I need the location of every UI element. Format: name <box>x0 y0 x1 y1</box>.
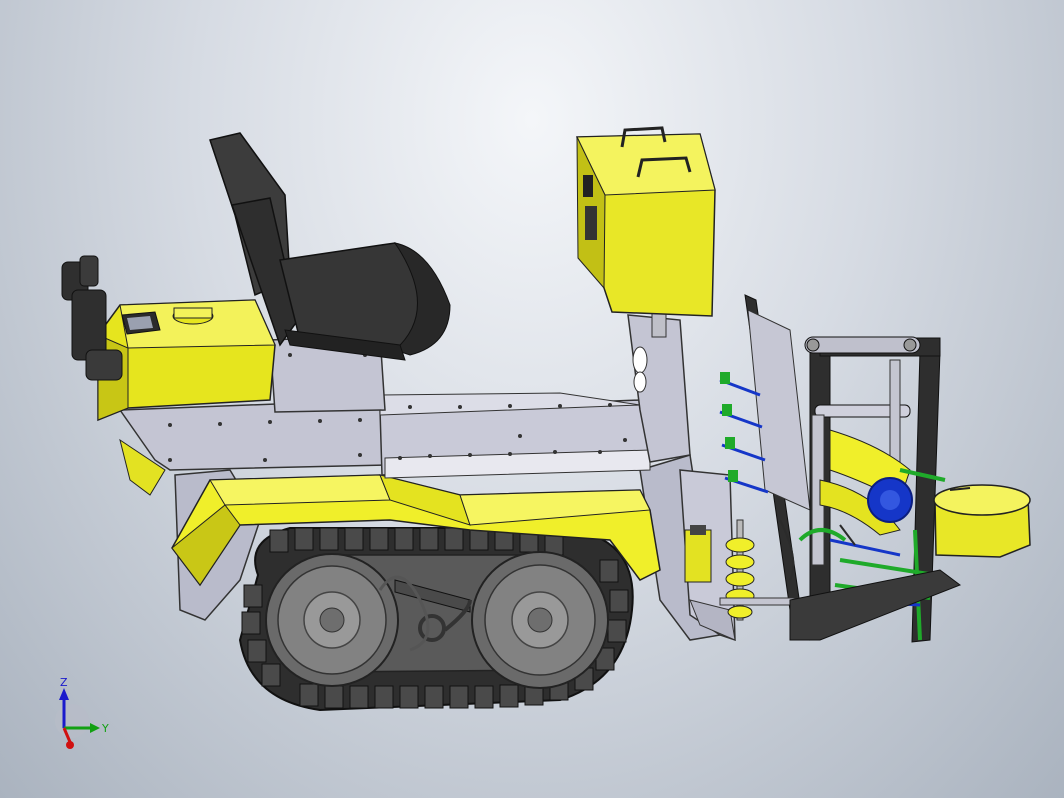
seed-hopper-drum <box>933 484 1031 558</box>
z-axis-arrow <box>59 688 69 700</box>
z-axis-label: Z <box>60 676 68 689</box>
orientation-triad: Z Y <box>55 676 109 749</box>
y-axis-label: Y <box>101 722 109 735</box>
hydraulic-cylinder <box>684 525 712 583</box>
x-axis-arrow <box>66 741 74 749</box>
y-axis-arrow <box>90 723 100 733</box>
front-drive-wheel <box>471 551 609 689</box>
triad-sphere <box>55 704 89 738</box>
cad-model-viewport[interactable] <box>0 0 1064 798</box>
control-box <box>576 126 716 317</box>
rear-drive-wheel <box>265 553 399 687</box>
